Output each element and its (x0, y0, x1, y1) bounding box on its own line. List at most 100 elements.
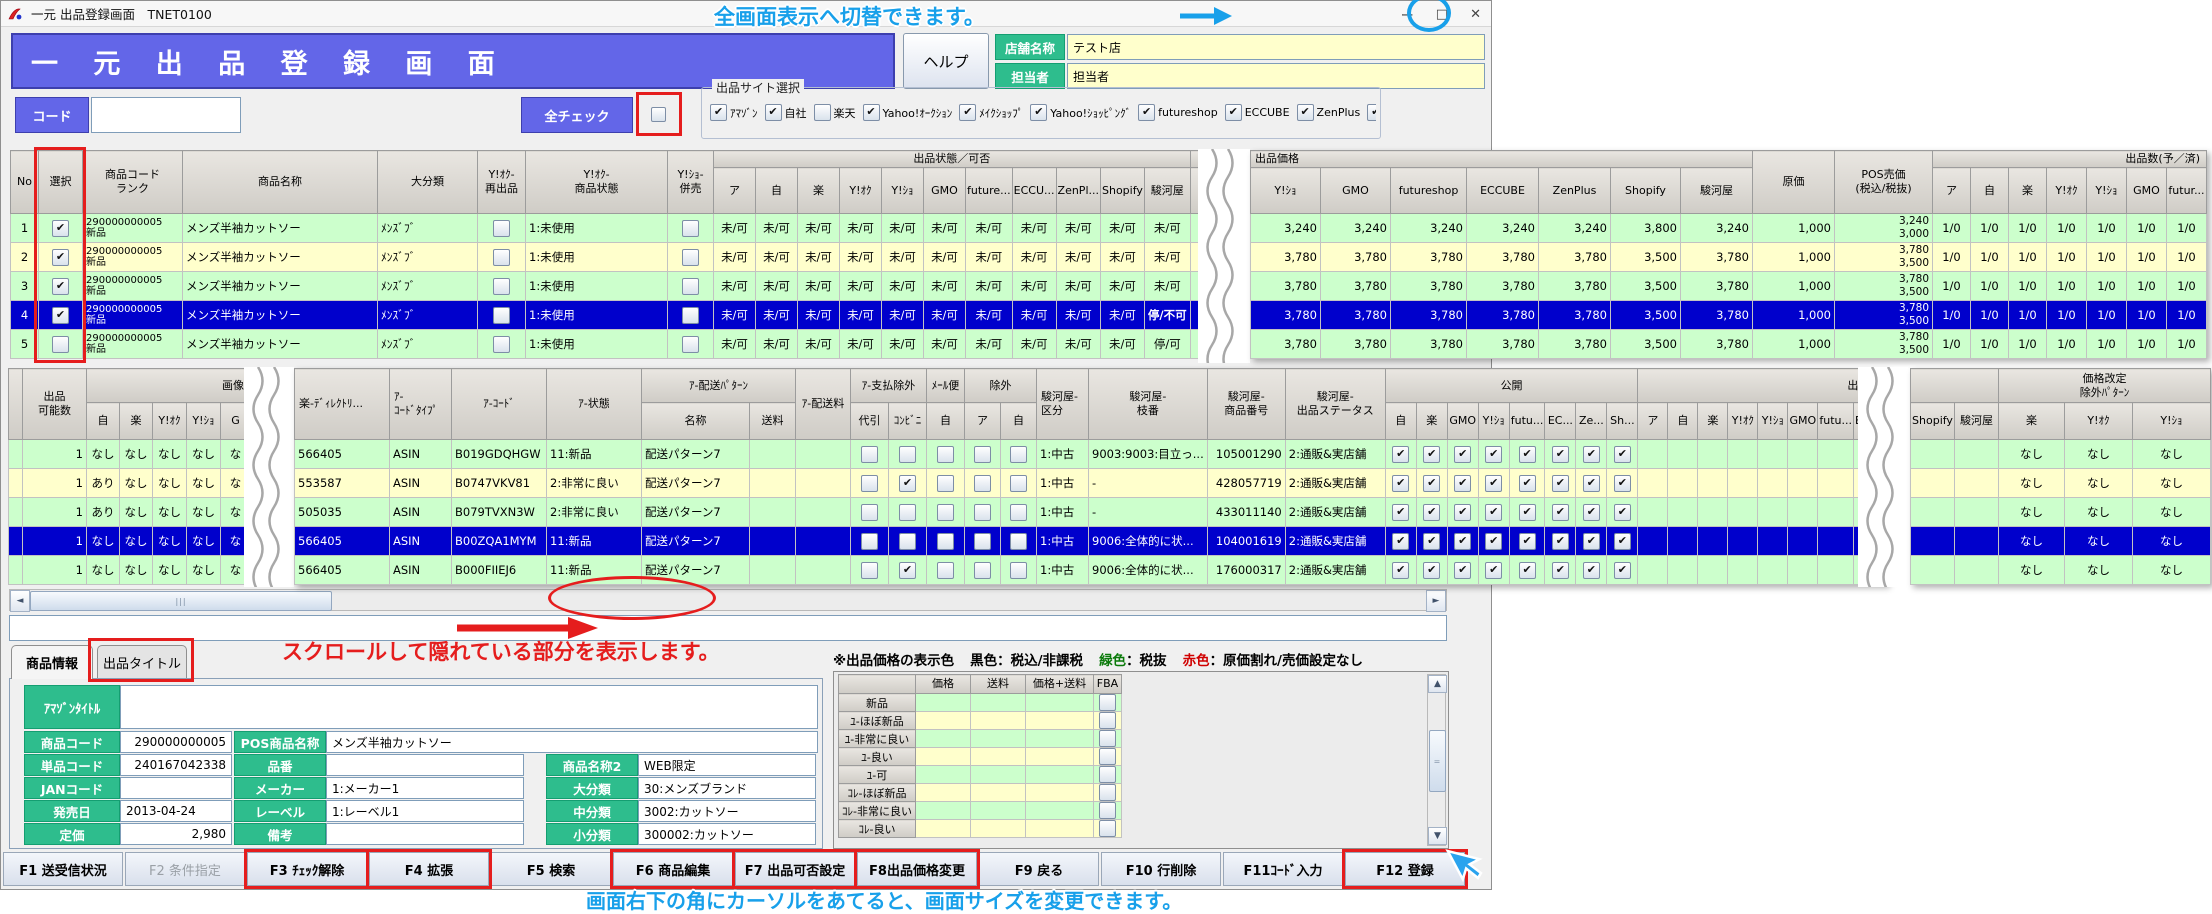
checkbox[interactable]: ✔ (899, 475, 916, 492)
cell[interactable]: 1:未使用 (526, 214, 668, 243)
table-row[interactable]: 566405ASINB019GDQHGW11:新品配送パターン71:中古9003… (295, 440, 1887, 469)
cell[interactable]: なし (1999, 498, 2065, 527)
table-row[interactable]: 553587ASINB0747VKV812:非常に良い配送パターン7✔1:中古-… (295, 469, 1887, 498)
cell[interactable]: 未/可 (756, 272, 798, 301)
cell[interactable] (1788, 498, 1818, 527)
checkbox-cell[interactable] (927, 498, 965, 527)
table-row[interactable]: ﾕ-非常に良い (839, 730, 1122, 748)
cell[interactable]: 3,780 (1681, 301, 1753, 330)
cell[interactable]: ﾕ-ほぼ新品 (839, 712, 916, 730)
table-row[interactable]: 1なしなしなしなしな (9, 556, 251, 585)
form-right-value-3[interactable]: 300002:カットソー (638, 823, 816, 845)
table-row[interactable]: 3,7803,7803,7803,7803,7803,5003,7801,000… (1251, 330, 2207, 359)
cell[interactable]: なし (153, 498, 187, 527)
cell[interactable]: 未/可 (1144, 214, 1190, 243)
cell[interactable]: ASIN (390, 498, 452, 527)
cell[interactable]: なし (2065, 498, 2133, 527)
checkbox-cell[interactable] (1093, 712, 1121, 730)
checkbox[interactable]: ✔ (1392, 504, 1409, 521)
checkbox[interactable]: ✔ (1485, 446, 1502, 463)
cell[interactable]: B079TVXN3W (452, 498, 547, 527)
cell[interactable] (1818, 498, 1854, 527)
checkbox-cell[interactable]: ✔ (39, 272, 83, 301)
site-checkbox-Yahoo!ｵｰｸｼｮﾝ[interactable]: ✔Yahoo!ｵｰｸｼｮﾝ (863, 104, 953, 121)
checkbox-cell[interactable]: ✔ (1576, 527, 1607, 556)
cell[interactable]: 未/可 (1144, 243, 1190, 272)
cell[interactable]: 未/可 (924, 272, 966, 301)
cell[interactable]: 1/0 (2009, 272, 2047, 301)
cell[interactable]: 1 (11, 214, 39, 243)
cell[interactable]: ASIN (390, 469, 452, 498)
checkbox-cell[interactable]: ✔ (1607, 556, 1638, 585)
cell[interactable]: 3,500 (1611, 330, 1681, 359)
cell[interactable]: 1/0 (1971, 272, 2009, 301)
checkbox[interactable]: ✔ (959, 104, 976, 121)
checkbox[interactable] (493, 336, 510, 353)
checkbox-cell[interactable] (965, 440, 1001, 469)
form-mid-value-0[interactable]: メンズ半袖カットソー (326, 731, 818, 753)
checkbox-cell[interactable]: ✔ (1385, 498, 1416, 527)
cell[interactable]: なし (187, 556, 221, 585)
cell[interactable]: 104001619 (1207, 527, 1285, 556)
code-input[interactable] (91, 97, 241, 133)
cell[interactable]: 2:通販&実店舗 (1285, 440, 1385, 469)
cell[interactable]: 1/0 (2009, 243, 2047, 272)
checkbox[interactable]: ✔ (1519, 504, 1536, 521)
cell[interactable]: 3,780 (1539, 272, 1611, 301)
minimize-icon[interactable]: ー (1401, 5, 1414, 24)
cell[interactable] (9, 556, 23, 585)
cell[interactable]: 2:通販&実店舗 (1285, 498, 1385, 527)
checkbox-cell[interactable]: ✔ (1509, 556, 1545, 585)
cell[interactable]: 9006:全体的に状... (1089, 527, 1208, 556)
checkbox[interactable]: ✔ (1552, 475, 1569, 492)
cell[interactable]: 未/可 (1101, 330, 1145, 359)
site-checkbox-Yahoo!ｼｮｯﾋﾟﾝｸﾞ[interactable]: ✔Yahoo!ｼｮｯﾋﾟﾝｸﾞ (1030, 104, 1131, 121)
checkbox-cell[interactable]: ✔ (889, 469, 927, 498)
table-row[interactable]: 566405ASINB00ZQA1MYM11:新品配送パターン71:中古9006… (295, 527, 1887, 556)
fkey-button-f7[interactable]: F7 出品可否設定 (735, 852, 855, 886)
cell[interactable] (9, 440, 23, 469)
checkbox[interactable]: ✔ (1392, 475, 1409, 492)
cell[interactable]: 2:非常に良い (547, 469, 642, 498)
cell[interactable]: なし (120, 527, 153, 556)
cell[interactable]: 1/0 (2167, 214, 2207, 243)
cell[interactable] (970, 802, 1025, 820)
checkbox[interactable]: ✔ (1614, 562, 1631, 579)
cell[interactable] (1728, 440, 1758, 469)
table-row[interactable]: ｺﾚ-ほぼ新品 (839, 784, 1122, 802)
cell[interactable] (915, 712, 970, 730)
cell[interactable] (1698, 527, 1728, 556)
checkbox-cell[interactable] (668, 214, 714, 243)
cell[interactable] (1955, 527, 1999, 556)
checkbox-cell[interactable]: ✔ (1607, 527, 1638, 556)
checkbox-cell[interactable]: ✔ (1385, 527, 1416, 556)
cell[interactable] (9, 527, 23, 556)
checkbox[interactable]: ✔ (1583, 562, 1600, 579)
cell[interactable]: なし (1999, 527, 2065, 556)
table-row[interactable]: 3✔290000000005新品メンズ半袖カットソーﾒﾝｽﾞﾌﾞ1:未使用未/可… (11, 272, 1259, 301)
cell[interactable]: 290000000005新品 (83, 301, 183, 330)
cell[interactable] (1698, 440, 1728, 469)
site-checkbox-ZenPlus[interactable]: ✔ZenPlus (1297, 104, 1361, 121)
cell[interactable]: 未/可 (798, 301, 840, 330)
cell[interactable]: 未/可 (840, 214, 882, 243)
cell[interactable] (1728, 556, 1758, 585)
person-value[interactable]: 担当者 (1067, 63, 1485, 89)
cell[interactable]: 3,780 (1467, 301, 1539, 330)
cell[interactable] (970, 694, 1025, 712)
checkbox-cell[interactable]: ✔ (1447, 440, 1478, 469)
cell[interactable]: - (1089, 469, 1208, 498)
cell[interactable]: 3,800 (1611, 214, 1681, 243)
cell[interactable]: 未/可 (1012, 214, 1056, 243)
cell[interactable]: なし (2133, 527, 2211, 556)
checkbox[interactable]: ✔ (52, 307, 69, 324)
cell[interactable]: ﾒﾝｽﾞﾌﾞ (378, 330, 478, 359)
checkbox-cell[interactable]: ✔ (39, 214, 83, 243)
checkbox-cell[interactable]: ✔ (1416, 556, 1447, 585)
cell[interactable]: あり (87, 498, 120, 527)
table-row[interactable]: ｺﾚ-良い (839, 820, 1122, 838)
form-mid-value-3[interactable]: 1:レーベル1 (326, 800, 524, 822)
cell[interactable]: 3 (11, 272, 39, 301)
cell[interactable] (1788, 469, 1818, 498)
checkbox-cell[interactable]: ✔ (1385, 469, 1416, 498)
